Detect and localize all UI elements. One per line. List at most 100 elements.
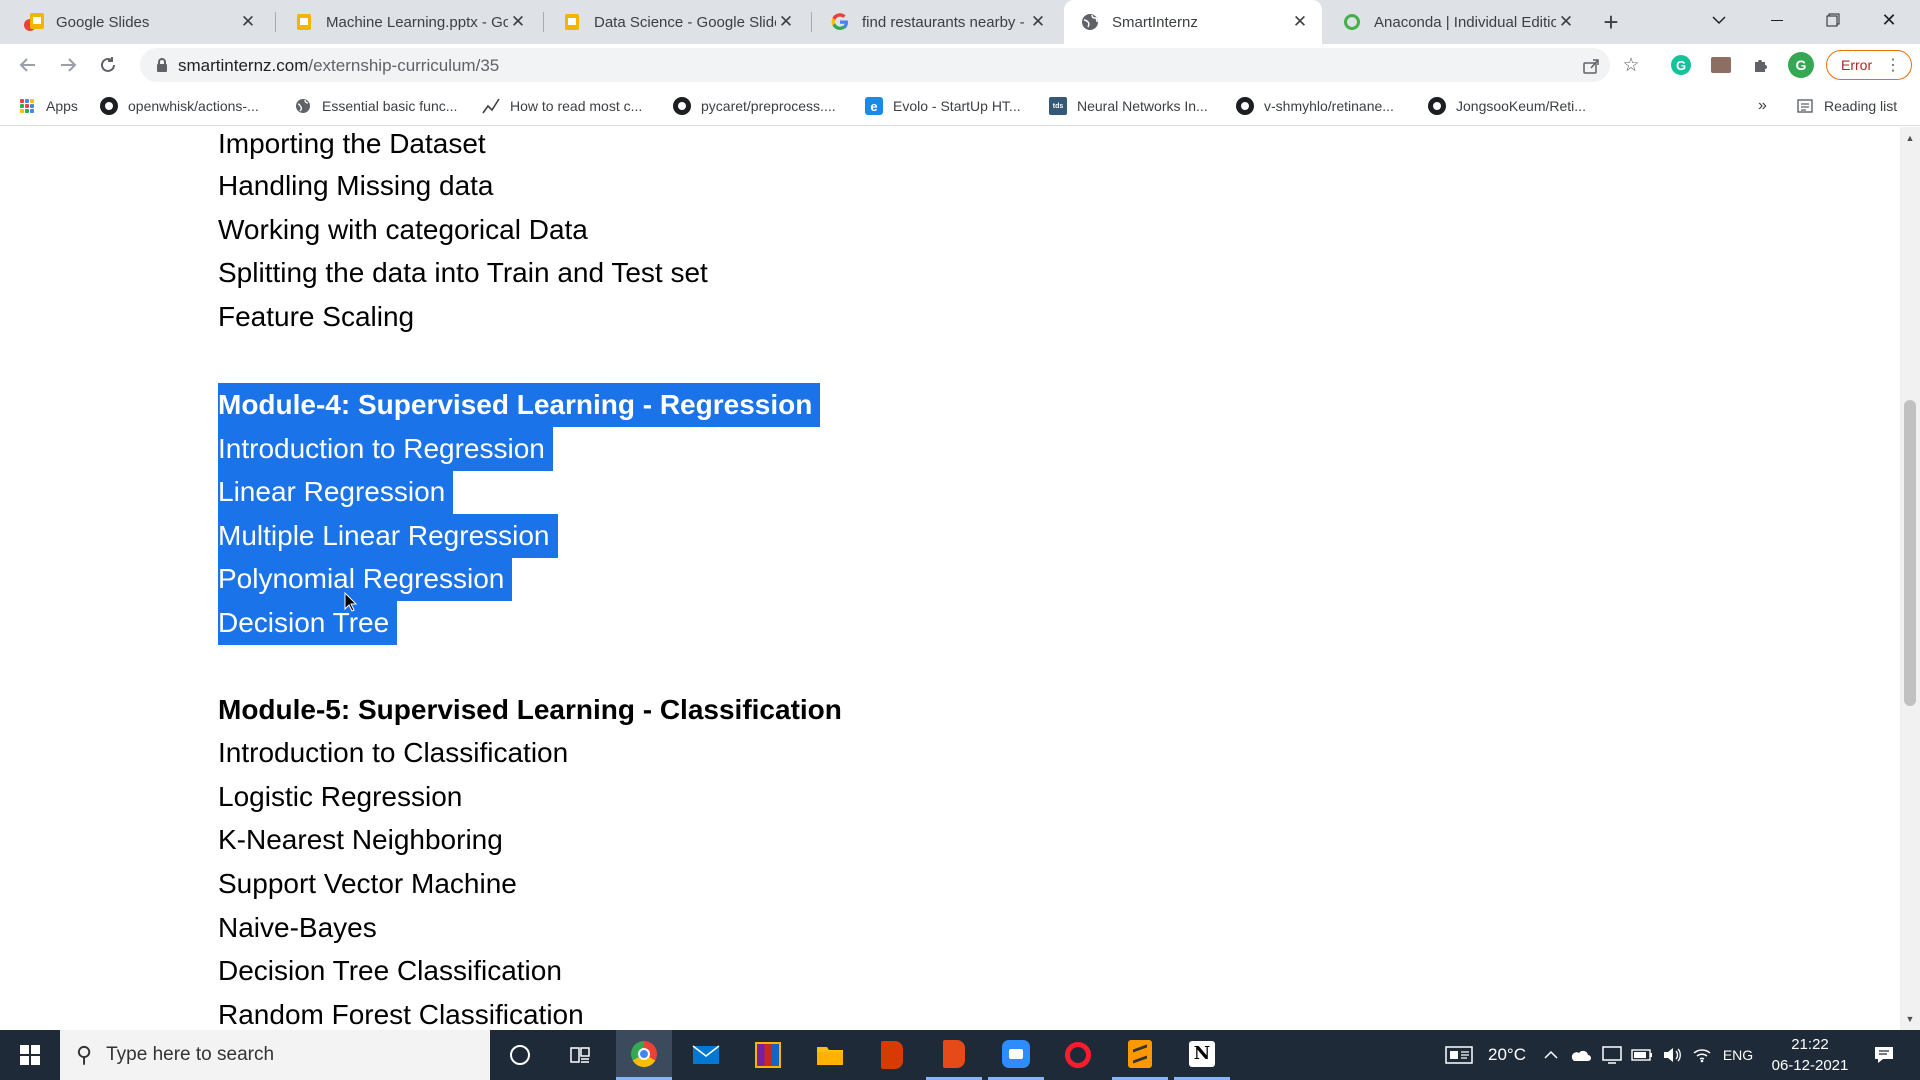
bookmark-label: Essential basic func... bbox=[322, 98, 458, 114]
anaconda-icon bbox=[1342, 12, 1362, 32]
tab-title: Anaconda | Individual Edition bbox=[1374, 13, 1556, 31]
bookmark-essential-basic[interactable]: Essential basic func... bbox=[294, 94, 457, 118]
bookmark-jongsookeum[interactable]: JongsooKeum/Reti... bbox=[1428, 94, 1586, 118]
office-icon[interactable] bbox=[926, 1030, 982, 1080]
battery-icon[interactable] bbox=[1628, 1030, 1656, 1080]
onedrive-icon[interactable] bbox=[1566, 1030, 1594, 1080]
browser-toolbar: smartinternz.com/externship-curriculum/3… bbox=[0, 44, 1920, 86]
evolo-icon: e bbox=[865, 97, 883, 115]
scroll-down-arrow-icon[interactable]: ▼ bbox=[1900, 1010, 1920, 1028]
tab-google-slides[interactable]: Google Slides ✕ bbox=[8, 0, 270, 44]
bookmark-label: How to read most c... bbox=[510, 98, 643, 114]
more-menu-icon[interactable]: ⋮ bbox=[1885, 55, 1901, 75]
puzzle-extensions-icon[interactable] bbox=[1748, 52, 1774, 78]
grammarly-icon[interactable]: G bbox=[1668, 52, 1694, 78]
apps-grid-icon bbox=[18, 97, 36, 115]
close-icon[interactable]: ✕ bbox=[1290, 12, 1310, 32]
mail-icon[interactable] bbox=[678, 1030, 734, 1080]
cortana-icon[interactable] bbox=[492, 1030, 548, 1080]
curriculum-item: Support Vector Machine bbox=[218, 868, 517, 899]
new-tab-button[interactable]: + bbox=[1598, 9, 1624, 35]
bookmark-retinanet[interactable]: v-shmyhlo/retinane... bbox=[1236, 94, 1394, 118]
tab-search-chevron-icon[interactable] bbox=[1692, 0, 1746, 40]
tab-anaconda[interactable]: Anaconda | Individual Edition ✕ bbox=[1326, 0, 1588, 44]
tab-find-restaurants[interactable]: find restaurants nearby - Google Search … bbox=[814, 0, 1060, 44]
reading-list-icon bbox=[1796, 97, 1814, 115]
tab-title: SmartInternz bbox=[1112, 13, 1198, 31]
system-clock[interactable]: 21:22 06-12-2021 bbox=[1760, 1034, 1860, 1076]
vertical-scrollbar[interactable]: ▲ ▼ bbox=[1900, 127, 1920, 1030]
bookmark-evolo[interactable]: e Evolo - StartUp HT... bbox=[865, 94, 1021, 118]
close-icon[interactable]: ✕ bbox=[1028, 12, 1048, 32]
error-label: Error bbox=[1841, 57, 1873, 73]
opera-icon[interactable] bbox=[1050, 1030, 1106, 1080]
reading-list-label: Reading list bbox=[1824, 98, 1898, 114]
weather-icon[interactable] bbox=[1442, 1030, 1476, 1080]
bookmark-label: pycaret/preprocess.... bbox=[701, 98, 836, 114]
bookmark-label: v-shmyhlo/retinane... bbox=[1264, 98, 1394, 114]
globe-icon bbox=[1080, 12, 1100, 32]
bookmarks-bar: Apps openwhisk/actions-... Essential bas… bbox=[0, 86, 1920, 126]
bookmark-openwhisk[interactable]: openwhisk/actions-... bbox=[100, 94, 259, 118]
curriculum-item: Random Forest Classification bbox=[218, 999, 584, 1030]
close-icon[interactable]: ✕ bbox=[1556, 12, 1576, 32]
image-extension-icon[interactable] bbox=[1708, 52, 1734, 78]
tds-icon: tds bbox=[1049, 97, 1067, 115]
restore-button[interactable] bbox=[1806, 0, 1860, 40]
weather-temperature[interactable]: 20°C bbox=[1480, 1030, 1534, 1080]
lock-icon[interactable] bbox=[154, 57, 170, 73]
curriculum-item: Introduction to Regression bbox=[218, 427, 553, 471]
scrollbar-thumb[interactable] bbox=[1904, 400, 1916, 706]
slides-icon bbox=[294, 12, 314, 32]
error-button[interactable]: Error ⋮ bbox=[1826, 50, 1912, 80]
notifications-icon[interactable] bbox=[1862, 1030, 1906, 1080]
chrome-icon[interactable] bbox=[616, 1030, 672, 1080]
zoom-icon[interactable] bbox=[988, 1030, 1044, 1080]
tab-machine-learning[interactable]: Machine Learning.pptx - Google Slides ✕ bbox=[278, 0, 540, 44]
share-icon[interactable] bbox=[1580, 55, 1602, 77]
url-path: /externship-curriculum/35 bbox=[308, 56, 500, 75]
tab-smartinternz[interactable]: SmartInternz ✕ bbox=[1064, 0, 1322, 44]
bookmarks-overflow-button[interactable]: » bbox=[1758, 94, 1767, 118]
tray-overflow-chevron-icon[interactable] bbox=[1538, 1030, 1564, 1080]
bookmark-neural-networks[interactable]: tds Neural Networks In... bbox=[1049, 94, 1208, 118]
profile-avatar[interactable]: G bbox=[1788, 52, 1814, 78]
wifi-icon[interactable] bbox=[1688, 1030, 1716, 1080]
bookmark-pycaret[interactable]: pycaret/preprocess.... bbox=[673, 94, 836, 118]
volume-icon[interactable] bbox=[1658, 1030, 1686, 1080]
reload-button[interactable] bbox=[94, 51, 122, 79]
clock-date: 06-12-2021 bbox=[1771, 1057, 1849, 1074]
address-bar[interactable]: smartinternz.com/externship-curriculum/3… bbox=[140, 48, 1610, 82]
language-indicator[interactable]: ENG bbox=[1718, 1030, 1758, 1080]
forward-button[interactable] bbox=[54, 51, 82, 79]
tab-data-science[interactable]: Data Science - Google Slides ✕ bbox=[546, 0, 808, 44]
module-heading: Module-4: Supervised Learning - Regressi… bbox=[218, 383, 821, 427]
close-icon[interactable]: ✕ bbox=[508, 12, 528, 32]
start-button[interactable] bbox=[0, 1030, 60, 1080]
github-icon bbox=[1428, 97, 1446, 115]
reading-list-button[interactable]: Reading list bbox=[1796, 94, 1897, 118]
bookmark-apps[interactable]: Apps bbox=[18, 94, 78, 118]
back-button[interactable] bbox=[14, 51, 42, 79]
taskbar-search[interactable]: ⚲ Type here to search bbox=[60, 1030, 490, 1080]
winrar-icon[interactable] bbox=[740, 1030, 796, 1080]
windows-taskbar: ⚲ Type here to search N 20°C ENG 21:22 0… bbox=[0, 1030, 1920, 1080]
office-icon[interactable] bbox=[864, 1030, 920, 1080]
close-window-button[interactable]: ✕ bbox=[1862, 0, 1916, 40]
bookmark-how-to-read[interactable]: How to read most c... bbox=[482, 94, 642, 118]
bookmark-label: JongsooKeum/Reti... bbox=[1456, 98, 1586, 114]
bookmark-label: openwhisk/actions-... bbox=[128, 98, 259, 114]
bookmark-label: Neural Networks In... bbox=[1077, 98, 1208, 114]
notion-icon[interactable]: N bbox=[1174, 1030, 1230, 1080]
bookmark-star-icon[interactable]: ☆ bbox=[1620, 54, 1642, 76]
scroll-up-arrow-icon[interactable]: ▲ bbox=[1900, 129, 1920, 147]
url-text[interactable]: smartinternz.com/externship-curriculum/3… bbox=[178, 56, 499, 76]
security-icon[interactable] bbox=[1598, 1030, 1626, 1080]
file-explorer-icon[interactable] bbox=[802, 1030, 858, 1080]
sublime-text-icon[interactable] bbox=[1112, 1030, 1168, 1080]
close-icon[interactable]: ✕ bbox=[238, 12, 258, 32]
task-view-icon[interactable] bbox=[552, 1030, 608, 1080]
close-icon[interactable]: ✕ bbox=[776, 12, 796, 32]
minimize-button[interactable] bbox=[1750, 0, 1804, 40]
curriculum-item: Decision Tree bbox=[218, 601, 398, 645]
